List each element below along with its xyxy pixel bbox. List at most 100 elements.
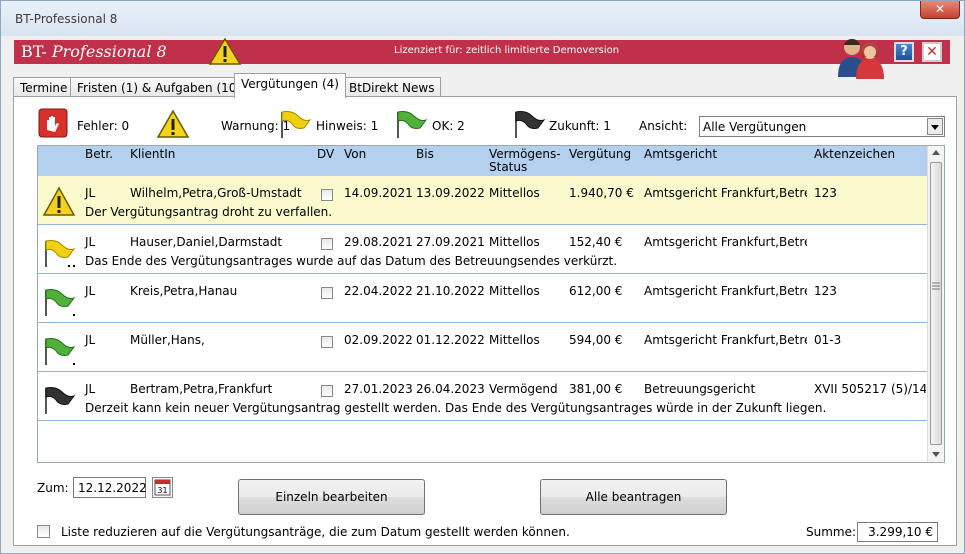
calendar-day: 31 (157, 486, 167, 495)
ansicht-value: Alle Vergütungen (703, 120, 807, 134)
col-amtsgericht[interactable]: Amtsgericht (644, 148, 717, 161)
col-aktenzeichen[interactable]: Aktenzeichen (814, 148, 895, 161)
table-row[interactable]: JL Bertram,Petra,Frankfurt 27.01.2023 26… (38, 372, 928, 421)
row-note: Derzeit kann kein neuer Vergütungsantrag… (85, 401, 827, 415)
black-flag-icon (45, 387, 76, 414)
reduce-list-checkbox[interactable] (37, 525, 50, 538)
cell-von: 22.04.2022 (344, 284, 413, 298)
warning-icon (156, 109, 190, 138)
cell-aktenzeichen: 01-3 (814, 333, 842, 347)
col-dv[interactable]: DV (317, 148, 334, 161)
verguetungen-grid: Betr. KlientIn DV Von Bis Vermögens- Stat… (37, 145, 945, 463)
summe-label: Summe: (806, 525, 857, 539)
tab-fristen-aufgaben[interactable]: Fristen (1) & Aufgaben (10) (70, 77, 249, 97)
green-flag-icon (45, 289, 76, 316)
verguetungen-panel: Fehler: 0 Warnung: 1 Hinweis: 1 OK: 2 Zu… (13, 96, 957, 546)
dv-checkbox[interactable] (321, 287, 333, 299)
col-von[interactable]: Von (344, 148, 366, 161)
legend-hinweis: Hinweis: 1 (316, 119, 379, 133)
app-banner: BT- Professional 8 Lizenziert für: zeitl… (14, 37, 950, 65)
brand-logo: BT- Professional 8 (21, 42, 167, 61)
grid-scrollbar[interactable] (927, 146, 944, 462)
grid-header: Betr. KlientIn DV Von Bis Vermögens- Stat… (38, 146, 928, 176)
row-note: Der Vergütungsantrag droht zu verfallen. (85, 205, 333, 219)
col-bis[interactable]: Bis (416, 148, 434, 161)
tab-verguetungen[interactable]: Vergütungen (4) (234, 73, 346, 98)
legend-zukunft: Zukunft: 1 (549, 119, 611, 133)
scroll-thumb[interactable] (930, 162, 942, 445)
reduce-list-label: Liste reduzieren auf die Vergütungsanträ… (61, 525, 570, 539)
col-klient[interactable]: KlientIn (130, 148, 175, 161)
col-status-line1: Vermögens- (489, 147, 561, 161)
license-text: Lizenziert für: zeitlich limitierte Demo… (394, 45, 620, 56)
green-flag-icon (45, 338, 76, 365)
title-bar[interactable]: BT-Professional 8 ✕ (1, 1, 964, 36)
cell-amtsgericht: Amtsgericht Frankfurt,Betreuungsgericht (644, 235, 807, 249)
cell-status: Mittellos (489, 284, 540, 298)
cell-klient: Bertram,Petra,Frankfurt (130, 382, 273, 396)
cell-klient: Müller,Hans, (130, 333, 205, 347)
col-betr[interactable]: Betr. (85, 148, 113, 161)
users-icon[interactable] (836, 35, 890, 79)
tab-termine[interactable]: Termine (13, 77, 75, 97)
close-module-button[interactable]: ✕ (922, 42, 942, 62)
cell-von: 14.09.2021 (344, 186, 413, 200)
dv-checkbox[interactable] (321, 336, 333, 348)
cell-status: Mittellos (489, 333, 540, 347)
chevron-down-icon[interactable] (927, 118, 943, 135)
cell-betr: JL (85, 186, 96, 200)
cell-betr: JL (85, 284, 96, 298)
app-window: BT-Professional 8 ✕ BT- Professional 8 L… (0, 0, 965, 554)
ansicht-select[interactable]: Alle Vergütungen (699, 116, 945, 137)
row-note: Das Ende des Vergütungsantrages wurde au… (85, 254, 618, 268)
cell-klient: Hauser,Daniel,Darmstadt (130, 235, 283, 249)
cell-verguetung: 594,00 € (569, 333, 623, 347)
zum-date-input[interactable]: 12.12.2022 (73, 477, 147, 498)
cell-bis: 13.09.2022 (416, 186, 485, 200)
cell-verguetung: 612,00 € (569, 284, 623, 298)
col-verguetung[interactable]: Vergütung (569, 148, 631, 161)
cell-aktenzeichen: 123 (814, 186, 837, 200)
tab-btdirekt-news[interactable]: BtDirekt News (342, 77, 442, 97)
table-row[interactable]: JL Hauser,Daniel,Darmstadt 29.08.2021 27… (38, 225, 928, 274)
cell-status: Vermögend (489, 382, 558, 396)
calendar-icon: 31 (154, 479, 171, 496)
col-status[interactable]: Vermögens- Status (489, 148, 561, 174)
cell-amtsgericht: Betreuungsgericht (644, 382, 756, 396)
cell-amtsgericht: Amtsgericht Frankfurt,Betreuungsgericht (644, 333, 807, 347)
cell-klient: Wilhelm,Petra,Groß-Umstadt (130, 186, 302, 200)
cell-status: Mittellos (489, 235, 540, 249)
cell-betr: JL (85, 235, 96, 249)
window-close-button[interactable]: ✕ (920, 1, 960, 19)
brand-prefix: BT- (21, 42, 47, 61)
scroll-up-icon[interactable] (931, 148, 941, 158)
black-flag-icon (515, 111, 546, 138)
help-button[interactable]: ? (894, 42, 914, 62)
calendar-button[interactable]: 31 (152, 477, 173, 498)
cell-status: Mittellos (489, 186, 540, 200)
cell-von: 27.01.2023 (344, 382, 413, 396)
table-row[interactable]: JL Wilhelm,Petra,Groß-Umstadt 14.09.2021… (38, 176, 928, 225)
scroll-grip-icon (932, 282, 940, 290)
cell-aktenzeichen: XVII 505217 (5)/14 (814, 382, 926, 396)
cell-verguetung: 381,00 € (569, 382, 623, 396)
window-title: BT-Professional 8 (15, 12, 118, 26)
cell-bis: 01.12.2022 (416, 333, 485, 347)
col-status-line2: Status (489, 160, 528, 174)
table-row[interactable]: JL Müller,Hans, 02.09.2022 01.12.2022 Mi… (38, 323, 928, 372)
cell-von: 02.09.2022 (344, 333, 413, 347)
cell-betr: JL (85, 333, 96, 347)
dv-checkbox[interactable] (321, 189, 333, 201)
cell-klient: Kreis,Petra,Hanau (130, 284, 238, 298)
brand-name: Professional 8 (51, 42, 167, 61)
yellow-flag-icon (45, 240, 76, 267)
dv-checkbox[interactable] (321, 385, 333, 397)
table-row[interactable]: JL Kreis,Petra,Hanau 22.04.2022 21.10.20… (38, 274, 928, 323)
dv-checkbox[interactable] (321, 238, 333, 250)
ansicht-label: Ansicht: (639, 119, 688, 133)
alle-beantragen-button[interactable]: Alle beantragen (540, 479, 727, 515)
einzeln-bearbeiten-button[interactable]: Einzeln bearbeiten (238, 479, 425, 515)
scroll-down-icon[interactable] (931, 449, 941, 459)
stop-hand-icon (38, 108, 68, 138)
cell-bis: 21.10.2022 (416, 284, 485, 298)
